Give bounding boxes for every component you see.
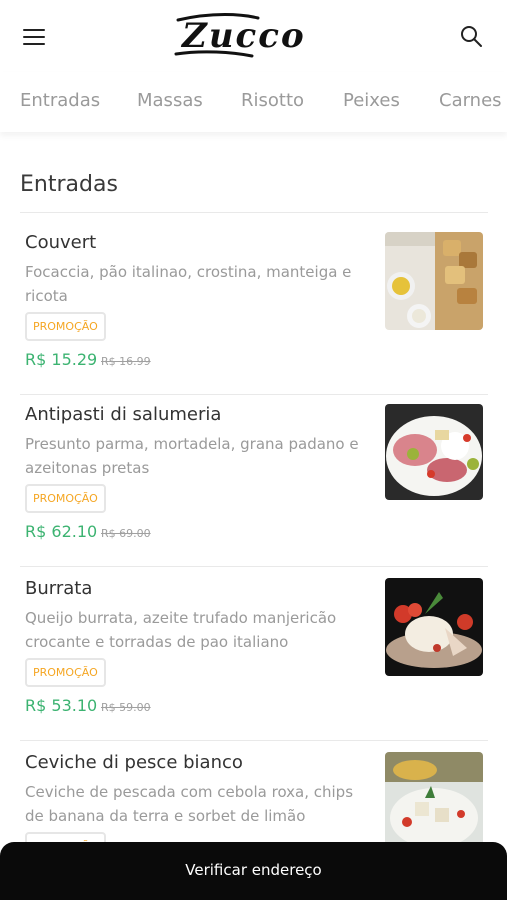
item-old-price: R$ 59.00	[101, 701, 151, 714]
verify-address-button[interactable]: Verificar endereço	[0, 842, 507, 900]
logo-text: Zucco	[182, 16, 306, 56]
item-image	[385, 232, 483, 330]
divider	[20, 566, 488, 567]
item-image	[385, 752, 483, 842]
logo[interactable]: Zucco	[172, 6, 334, 62]
item-name: Burrata	[25, 578, 93, 599]
item-name: Ceviche di pesce bianco	[25, 752, 243, 773]
menu-item-couvert[interactable]: Couvert Focaccia, pão italinao, crostina…	[20, 232, 488, 404]
menu-item-burrata[interactable]: Burrata Queijo burrata, azeite trufado m…	[20, 578, 488, 750]
item-price: R$ 62.10	[25, 522, 98, 541]
menu-list: Entradas Couvert Focaccia, pão italinao,…	[0, 132, 507, 842]
app-header: Zucco	[0, 0, 507, 72]
promo-badge: PROMOÇÃO	[25, 312, 106, 341]
promo-badge: PROMOÇÃO	[25, 832, 106, 842]
item-image	[385, 404, 483, 500]
divider	[20, 394, 488, 395]
item-description: Presunto parma, mortadela, grana padano …	[25, 435, 359, 477]
verify-address-label: Verificar endereço	[185, 861, 322, 879]
item-name: Antipasti di salumeria	[25, 404, 222, 425]
divider	[20, 740, 488, 741]
item-price: R$ 53.10	[25, 696, 98, 715]
item-description: Focaccia, pão italinao, crostina, mantei…	[25, 263, 352, 305]
menu-item-antipasti[interactable]: Antipasti di salumeria Presunto parma, m…	[20, 404, 488, 576]
section-title: Entradas	[20, 172, 118, 197]
promo-badge: PROMOÇÃO	[25, 658, 106, 687]
category-tabs: Entradas Massas Risotto Peixes Carnes	[0, 72, 507, 132]
item-old-price: R$ 16.99	[101, 355, 151, 368]
item-old-price: R$ 69.00	[101, 527, 151, 540]
tab-massas[interactable]: Massas	[137, 90, 203, 111]
promo-badge: PROMOÇÃO	[25, 484, 106, 513]
search-icon[interactable]	[459, 24, 483, 48]
divider	[20, 212, 488, 213]
tab-carnes[interactable]: Carnes	[439, 90, 502, 111]
item-description: Queijo burrata, azeite trufado manjericã…	[25, 609, 337, 651]
hamburger-icon[interactable]	[22, 24, 48, 48]
tab-risotto[interactable]: Risotto	[241, 90, 304, 111]
item-price: R$ 15.29	[25, 350, 98, 369]
tab-peixes[interactable]: Peixes	[343, 90, 400, 111]
item-name: Couvert	[25, 232, 97, 253]
tab-entradas[interactable]: Entradas	[20, 90, 100, 111]
item-image	[385, 578, 483, 676]
menu-item-ceviche[interactable]: Ceviche di pesce bianco Ceviche de pesca…	[20, 752, 488, 842]
